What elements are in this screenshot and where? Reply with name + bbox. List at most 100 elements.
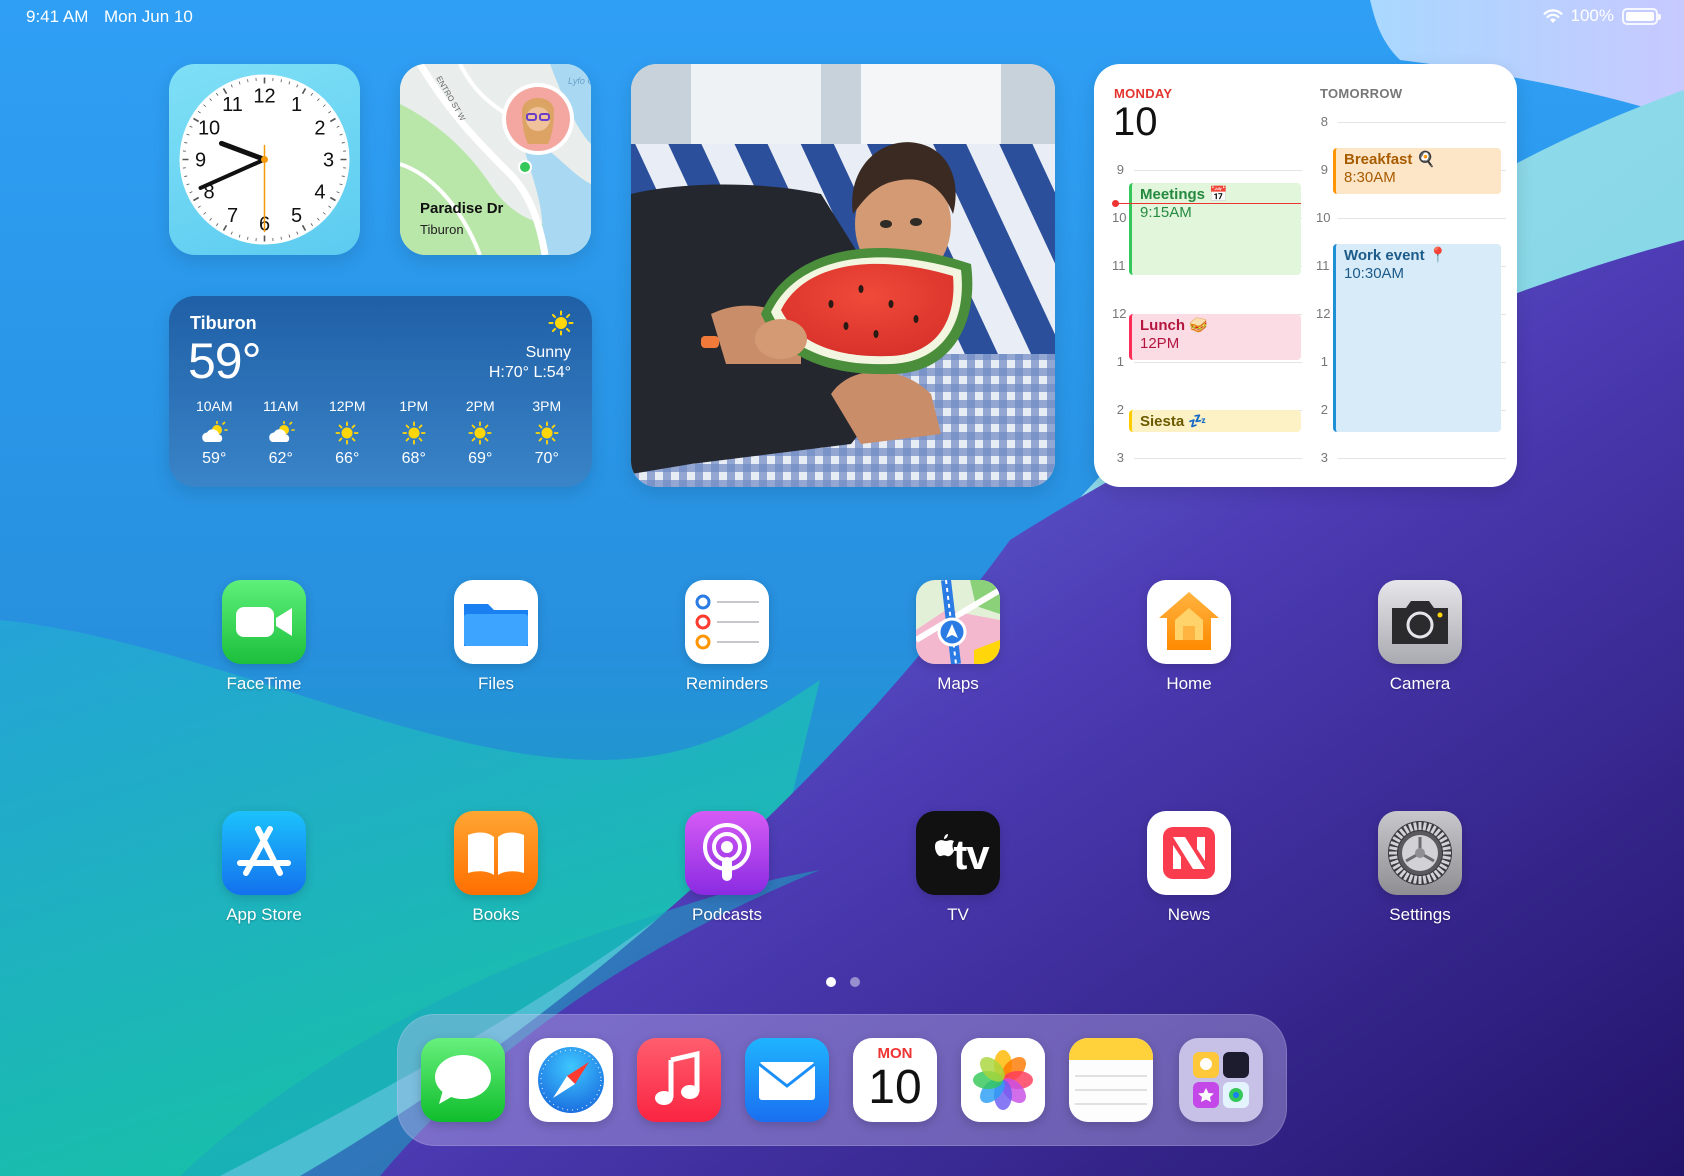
clock-number: 12 (253, 86, 275, 108)
status-right: 100% (1543, 6, 1661, 26)
sun-icon (535, 418, 559, 448)
app-label: App Store (226, 905, 302, 924)
wifi-icon (1543, 8, 1563, 23)
clock-widget[interactable]: 121234567891011 (169, 64, 360, 255)
app-settings[interactable]: Settings (1360, 811, 1480, 925)
calendar-event-work[interactable]: Work event 📍 10:30AM (1333, 244, 1501, 432)
status-bar: 9:41 AM Mon Jun 10 100% (0, 0, 1684, 34)
map-widget[interactable]: ENTRO ST W Lyfo Cov Paradise Dr Tiburon (400, 64, 591, 255)
calendar-icon-day: 10 (868, 1061, 922, 1114)
calendar-hour-label: 11 (1316, 258, 1330, 273)
event-title: Work event 📍 (1344, 247, 1448, 264)
app-facetime[interactable]: FaceTime (204, 580, 324, 694)
status-date: Mon Jun 10 (104, 7, 193, 26)
weather-hour: 3PM 70° (514, 398, 581, 468)
calendar-hour-label: 9 (1116, 162, 1124, 177)
app-library-icon (1193, 1052, 1249, 1108)
map-place-name: Paradise Dr (420, 200, 504, 217)
weather-hour-temp: 62° (268, 450, 293, 467)
tv-logo-text: tv (953, 831, 989, 878)
dock-photos[interactable] (961, 1038, 1045, 1122)
home-icon (1147, 580, 1231, 664)
weather-hour-temp: 66° (335, 450, 360, 467)
current-time-line (1116, 203, 1301, 204)
event-time: 10:30AM (1344, 265, 1405, 282)
page-dot[interactable] (850, 977, 860, 987)
calendar-event-siesta[interactable]: Siesta 💤 (1129, 410, 1301, 432)
clock-number: 7 (227, 205, 238, 227)
calendar-today-number: 10 (1113, 100, 1158, 144)
calendar-hour-row: 8 (1316, 114, 1506, 129)
mail-icon (745, 1038, 829, 1122)
app-home[interactable]: Home (1129, 580, 1249, 694)
weather-hour-time: 12PM (328, 398, 366, 414)
calendar-hour-row: 10 (1316, 210, 1506, 225)
app-maps[interactable]: Maps (898, 580, 1018, 694)
settings-icon (1378, 811, 1462, 895)
map-water-label: Lyfo Cov (568, 76, 591, 86)
event-title: Lunch 🥪 (1140, 317, 1208, 334)
weather-hour: 1PM 68° (381, 398, 448, 468)
dock-calendar[interactable]: MON 10 (853, 1038, 937, 1122)
weather-widget[interactable]: Tiburon 59° Sunny H:70° L:54° 10AM 59° 1… (169, 296, 592, 487)
calendar-hour-label: 10 (1112, 210, 1127, 225)
app-label: Reminders (685, 674, 769, 693)
dock-music[interactable] (637, 1038, 721, 1122)
weather-temperature: 59° (188, 333, 262, 389)
clock-face: 121234567891011 (179, 74, 350, 245)
calendar-event-breakfast[interactable]: Breakfast 🍳 8:30AM (1333, 148, 1501, 194)
reminders-icon (685, 580, 769, 664)
weather-city: Tiburon (190, 313, 257, 333)
tv-icon: tv (916, 811, 1000, 895)
app-label: Camera (1389, 674, 1451, 693)
child-eating-watermelon-photo (631, 64, 1055, 487)
weather-hour-time: 10AM (195, 398, 233, 414)
app-podcasts[interactable]: Podcasts (667, 811, 787, 925)
messages-icon (421, 1038, 505, 1122)
app-label: FaceTime (226, 674, 302, 693)
calendar-hour-label: 12 (1112, 306, 1127, 321)
weather-hour-time: 3PM (532, 398, 562, 414)
app-label: Podcasts (692, 905, 762, 924)
clock-number: 5 (291, 205, 302, 227)
weather-hour: 2PM 69° (447, 398, 514, 468)
app-books[interactable]: Books (436, 811, 556, 925)
app-news[interactable]: News (1129, 811, 1249, 925)
calendar-event-lunch[interactable]: Lunch 🥪 12PM (1129, 314, 1301, 360)
weather-high-low: H:70° L:54° (488, 364, 571, 381)
weather-hour-temp: 59° (202, 450, 227, 467)
app-camera[interactable]: Camera (1360, 580, 1480, 694)
weather-hour-time: 1PM (399, 398, 429, 414)
app-reminders[interactable]: Reminders (667, 580, 787, 694)
podcasts-icon (685, 811, 769, 895)
dock-mail[interactable] (745, 1038, 829, 1122)
calendar-hour-label: 2 (1116, 402, 1124, 417)
weather-hourly-forecast: 10AM 59° 11AM 62° 12PM 66° 1PM 68° 2PM 6… (181, 398, 580, 468)
map-city-name: Tiburon (420, 222, 464, 237)
event-title: Siesta 💤 (1140, 413, 1208, 430)
dock-messages[interactable] (421, 1038, 505, 1122)
calendar-hour-label: 2 (1320, 402, 1328, 417)
calendar-hour-label: 1 (1320, 354, 1328, 369)
dock-app-library[interactable] (1179, 1038, 1263, 1122)
dock-notes[interactable] (1069, 1038, 1153, 1122)
weather-condition: Sunny (525, 344, 571, 361)
weather-hour-temp: 69° (468, 450, 493, 467)
weather-hour-time: 2PM (465, 398, 495, 414)
dock-safari[interactable] (529, 1038, 613, 1122)
files-icon (454, 580, 538, 664)
safari-icon (529, 1038, 613, 1122)
photos-widget[interactable] (631, 64, 1055, 487)
clock-number: 10 (198, 118, 220, 140)
page-dot-current[interactable] (826, 977, 836, 987)
app-label: TV (947, 905, 969, 924)
calendar-hour-label: 10 (1316, 210, 1331, 225)
app-files[interactable]: Files (436, 580, 556, 694)
clock-center (261, 156, 268, 163)
page-indicator[interactable] (826, 977, 860, 987)
app-app-store[interactable]: App Store (204, 811, 324, 925)
calendar-event-meetings[interactable]: Meetings 📅 9:15AM (1129, 183, 1301, 275)
sun-icon (335, 418, 359, 448)
app-tv[interactable]: tv TV (898, 811, 1018, 925)
calendar-widget[interactable]: MONDAY 10 9 10 11 12 1 2 3 Meetings 📅 9:… (1094, 64, 1517, 487)
